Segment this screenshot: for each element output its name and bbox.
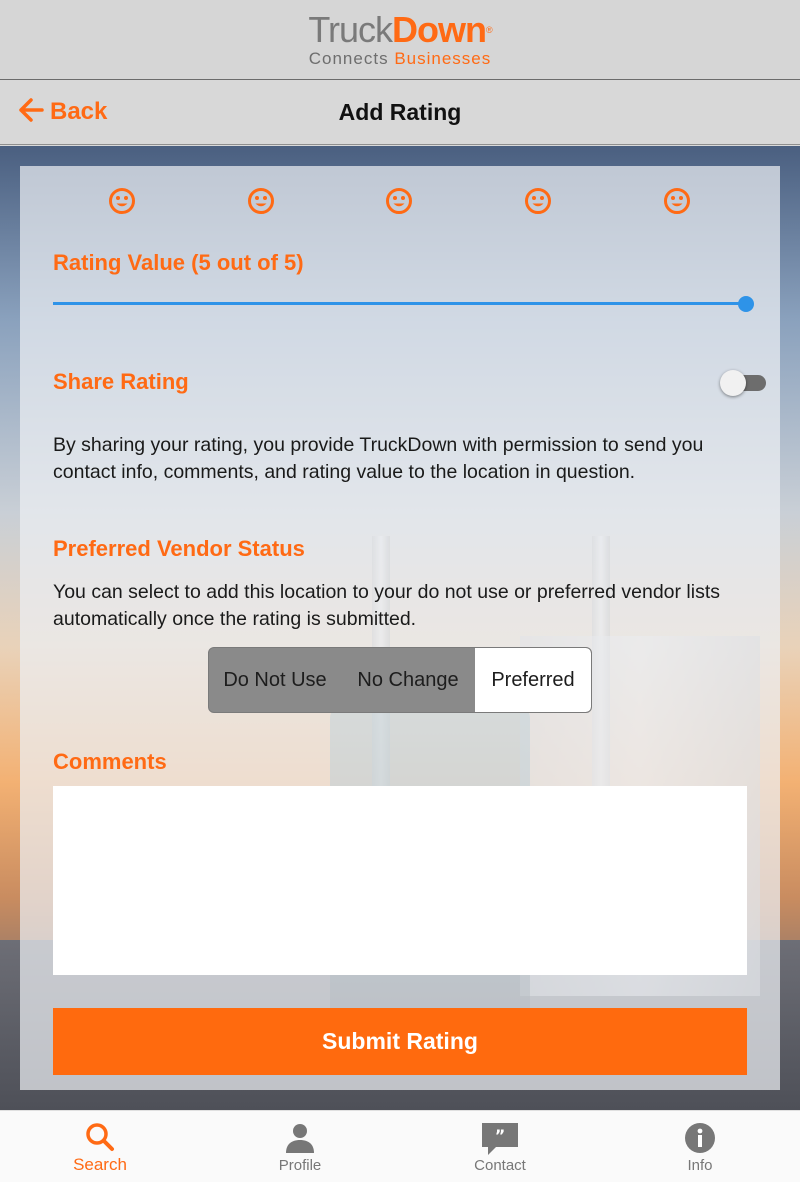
toggle-thumb (720, 370, 746, 396)
tab-label: Search (73, 1155, 127, 1174)
back-button[interactable]: Back (16, 94, 107, 130)
share-rating-toggle[interactable] (720, 370, 768, 396)
share-description: By sharing your rating, you provide Truc… (53, 434, 704, 483)
svg-text:”: ” (495, 1126, 506, 1145)
chat-quote-icon: ” (480, 1121, 520, 1155)
truckdown-logo: TruckDown® Connects Businesses (0, 10, 800, 68)
logo-registered-mark: ® (486, 25, 493, 35)
comments-label: Comments (53, 749, 167, 774)
person-icon (280, 1121, 320, 1155)
rating-slider-track[interactable] (53, 302, 746, 305)
segment-do-not-use[interactable]: Do Not Use (209, 648, 341, 712)
smiley-icon[interactable] (244, 184, 278, 218)
smiley-icon[interactable] (660, 184, 694, 218)
rating-value-label: Rating Value (5 out of 5) (53, 250, 304, 275)
tab-search[interactable]: Search (0, 1111, 200, 1182)
logo-truck-text: Truck (308, 9, 393, 50)
vendor-description: You can select to add this location to y… (53, 581, 721, 630)
tab-contact[interactable]: ” Contact (400, 1111, 600, 1182)
arrow-left-icon (16, 96, 44, 129)
submit-rating-button[interactable]: Submit Rating (53, 1008, 747, 1075)
tab-info[interactable]: Info (600, 1111, 800, 1182)
tab-label: Info (687, 1157, 713, 1174)
share-rating-label: Share Rating (53, 369, 189, 394)
vendor-status-segmented-control: Do Not Use No Change Preferred (208, 647, 592, 713)
bottom-tab-bar: Search Profile ” Contact Info (0, 1110, 800, 1182)
navigation-bar: Add Rating Back (0, 80, 800, 145)
tab-label: Contact (474, 1157, 526, 1174)
rating-smileys (20, 184, 780, 220)
back-label: Back (50, 98, 108, 125)
rating-slider-handle[interactable] (738, 296, 754, 312)
logo-down-text: Down (392, 9, 487, 50)
app-header: TruckDown® Connects Businesses (0, 0, 800, 80)
rating-form-panel: Rating Value (5 out of 5) Share Rating B… (20, 166, 780, 1090)
comments-textarea[interactable] (53, 786, 747, 975)
segment-no-change[interactable]: No Change (341, 648, 475, 712)
page-title: Add Rating (338, 99, 462, 125)
smiley-icon[interactable] (382, 184, 416, 218)
tab-label: Profile (278, 1157, 322, 1174)
search-icon (80, 1121, 120, 1155)
smiley-icon[interactable] (521, 184, 555, 218)
smiley-icon[interactable] (105, 184, 139, 218)
logo-connects-text: Connects (308, 49, 389, 68)
segment-preferred[interactable]: Preferred (475, 648, 591, 712)
info-icon (680, 1121, 720, 1155)
logo-businesses-text: Businesses (394, 49, 492, 68)
preferred-vendor-label: Preferred Vendor Status (53, 536, 305, 561)
tab-profile[interactable]: Profile (200, 1111, 400, 1182)
